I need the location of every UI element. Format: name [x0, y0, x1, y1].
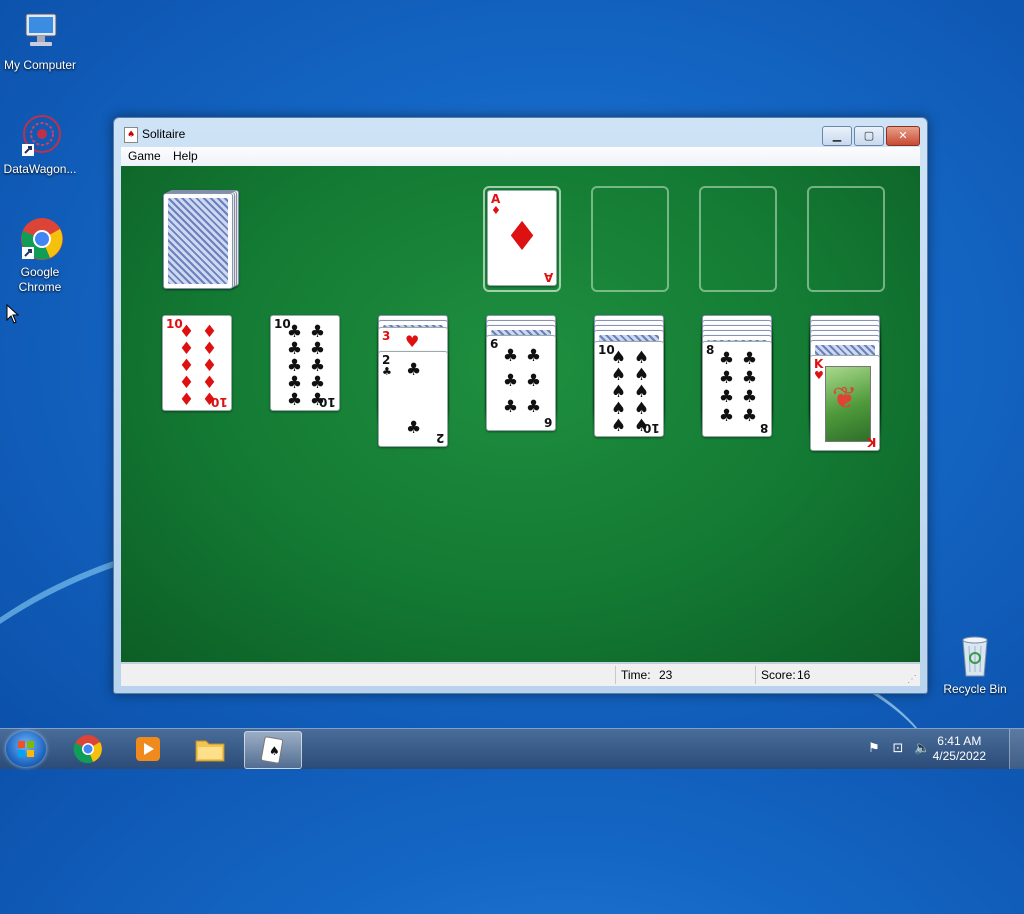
card-suit: ♥ — [814, 369, 824, 382]
card-pips: ♦ ♦ ♦ ♦ ♦ ♦ ♦ ♦ ♦ ♦ — [178, 322, 218, 410]
playing-card[interactable]: 8 ♣ ♣ ♣ ♣ ♣ ♣ ♣ ♣ 8 — [702, 341, 772, 437]
score-label: Score: — [761, 668, 796, 682]
desktop-icon-my-computer[interactable]: My Computer — [0, 8, 80, 73]
status-divider — [755, 666, 756, 684]
playing-card[interactable]: K ♥ K — [810, 355, 880, 451]
clock-date: 4/25/2022 — [932, 749, 986, 763]
taskbar-chrome[interactable] — [60, 731, 116, 767]
folder-icon — [195, 740, 225, 762]
desktop-icon-label: My Computer — [3, 58, 77, 72]
chrome-icon — [16, 215, 64, 263]
playing-card[interactable]: 10 ♦ ♦ ♦ ♦ ♦ ♦ ♦ ♦ ♦ ♦ 10 — [162, 315, 232, 411]
tableau-column-1: 10 ♦ ♦ ♦ ♦ ♦ ♦ ♦ ♦ ♦ ♦ 10 — [162, 315, 234, 415]
taskbar: ♠ ⚑ ⊡ 🔈 6:41 AM 4/25/2022 — [0, 728, 1024, 769]
tableau-column-2: 10 ♣ ♣ ♣ ♣ ♣ ♣ ♣ ♣ ♣ ♣ 10 — [270, 315, 342, 415]
card-rank: 8 — [706, 343, 715, 357]
card-suit: ♣ — [382, 365, 392, 378]
tableau-column-5: 10 ♠ ♠ ♠ ♠ ♠ ♠ ♠ ♠ ♠ ♠ 10 — [594, 315, 666, 445]
computer-icon — [16, 8, 64, 56]
foundation-slot-3[interactable] — [699, 186, 777, 292]
menu-bar: Game Help — [121, 147, 920, 166]
foundation-slot-1[interactable]: A ♦ ♦ A — [483, 186, 561, 292]
network-icon[interactable]: ⊡ — [890, 741, 906, 757]
playing-card[interactable]: A ♦ ♦ A — [487, 190, 557, 286]
card-back — [163, 193, 233, 289]
time-value: 23 — [659, 668, 673, 682]
close-button[interactable]: ✕ — [886, 126, 920, 146]
card-rank: 6 — [543, 415, 552, 429]
title-bar[interactable]: ♠ Solitaire ▁ ▢ ✕ — [114, 118, 927, 148]
mouse-cursor-icon — [6, 304, 20, 324]
desktop-icon-recycle-bin[interactable]: Recycle Bin — [935, 632, 1015, 697]
svg-text:♠: ♠ — [269, 744, 280, 758]
card-rank: A — [543, 270, 553, 284]
status-bar: Time: 23 Score: 16 ⋰ — [121, 663, 920, 686]
time-label: Time: — [621, 668, 651, 682]
card-pip: ♦ — [504, 214, 540, 260]
status-divider — [615, 666, 616, 684]
card-rank: 8 — [759, 421, 768, 435]
menu-game[interactable]: Game — [128, 149, 161, 163]
playing-card[interactable]: 6 ♣ ♣ ♣ ♣ ♣ ♣ 6 — [486, 335, 556, 431]
solitaire-window: ♠ Solitaire ▁ ▢ ✕ Game Help A ♦ ♦ A 10 ♦… — [113, 117, 928, 694]
desktop-icon-google-chrome[interactable]: Google Chrome — [0, 215, 80, 295]
card-rank: 10 — [319, 395, 336, 409]
king-card-art — [825, 366, 871, 442]
volume-icon[interactable]: 🔈 — [914, 741, 930, 757]
score-value: 16 — [797, 668, 811, 682]
card-suit: ♦ — [491, 204, 501, 217]
card-rank: 2 — [435, 431, 444, 445]
start-button[interactable] — [6, 731, 46, 767]
recycle-bin-icon — [951, 632, 999, 680]
foundation-slot-2[interactable] — [591, 186, 669, 292]
tableau-column-6: 8 ♣ ♣ ♣ ♣ ♣ ♣ ♣ ♣ 8 — [702, 315, 774, 445]
solitaire-icon: ♠ — [260, 736, 284, 764]
card-pips: ♣ ♣ ♣ ♣ ♣ ♣ ♣ ♣ — [718, 349, 758, 426]
chrome-icon — [73, 735, 102, 764]
stock-pile[interactable] — [163, 190, 239, 290]
solitaire-app-icon: ♠ — [124, 127, 138, 143]
playing-card[interactable]: 2 ♣ ♣ ♣ 2 — [378, 351, 448, 447]
card-pips: ♣ ♣ ♣ ♣ ♣ ♣ — [502, 346, 542, 417]
tableau-column-4: 6 ♣ ♣ ♣ ♣ ♣ ♣ 6 — [486, 315, 558, 435]
game-board: A ♦ ♦ A 10 ♦ ♦ ♦ ♦ ♦ ♦ ♦ ♦ ♦ ♦ 10 10 ♣ ♣ ♣ ♣ ♣ ♣ ♣ ♣ ♣ ♣ 1… — [121, 166, 920, 662]
tableau-column-3: 3 ♥ 2 ♣ ♣ ♣ 2 — [378, 315, 450, 455]
system-clock[interactable]: 6:41 AM 4/25/2022 — [933, 734, 986, 764]
resize-grip-icon[interactable]: ⋰ — [907, 674, 917, 685]
card-rank: 6 — [490, 337, 499, 351]
card-rank: K — [866, 435, 876, 449]
minimize-button[interactable]: ▁ — [822, 126, 852, 146]
desktop-icon-label: Recycle Bin — [943, 682, 1007, 696]
media-player-icon — [136, 737, 160, 761]
clock-time: 6:41 AM — [937, 734, 982, 748]
windows-logo-icon — [18, 741, 34, 757]
window-title: Solitaire — [142, 127, 186, 141]
card-pip: ♥ — [405, 332, 420, 351]
card-pips: ♠ ♠ ♠ ♠ ♠ ♠ ♠ ♠ ♠ ♠ — [610, 348, 650, 436]
desktop-icon-label: Google Chrome — [18, 265, 62, 294]
taskbar-solitaire[interactable]: ♠ — [244, 731, 302, 769]
card-rank: 10 — [643, 421, 660, 435]
card-rank: 3 — [382, 329, 391, 343]
card-pip: ♣ — [406, 360, 422, 380]
card-rank: 10 — [211, 395, 228, 409]
datawagon-icon — [16, 112, 64, 160]
maximize-button[interactable]: ▢ — [854, 126, 884, 146]
tableau-column-7: K ♥ K — [810, 315, 882, 455]
menu-help[interactable]: Help — [173, 149, 198, 163]
desktop-icon-label: DataWagon... — [3, 162, 77, 176]
playing-card[interactable]: 10 ♠ ♠ ♠ ♠ ♠ ♠ ♠ ♠ ♠ ♠ 10 — [594, 341, 664, 437]
card-pip: ♣ — [406, 418, 422, 438]
taskbar-file-explorer[interactable] — [182, 731, 238, 767]
card-pips: ♣ ♣ ♣ ♣ ♣ ♣ ♣ ♣ ♣ ♣ — [286, 322, 326, 410]
foundation-slot-4[interactable] — [807, 186, 885, 292]
desktop-icon-datawagon[interactable]: DataWagon... — [0, 112, 80, 177]
taskbar-media-player[interactable] — [120, 731, 176, 767]
show-desktop-button[interactable] — [1009, 729, 1024, 769]
action-center-flag-icon[interactable]: ⚑ — [866, 741, 882, 757]
playing-card[interactable]: 10 ♣ ♣ ♣ ♣ ♣ ♣ ♣ ♣ ♣ ♣ 10 — [270, 315, 340, 411]
